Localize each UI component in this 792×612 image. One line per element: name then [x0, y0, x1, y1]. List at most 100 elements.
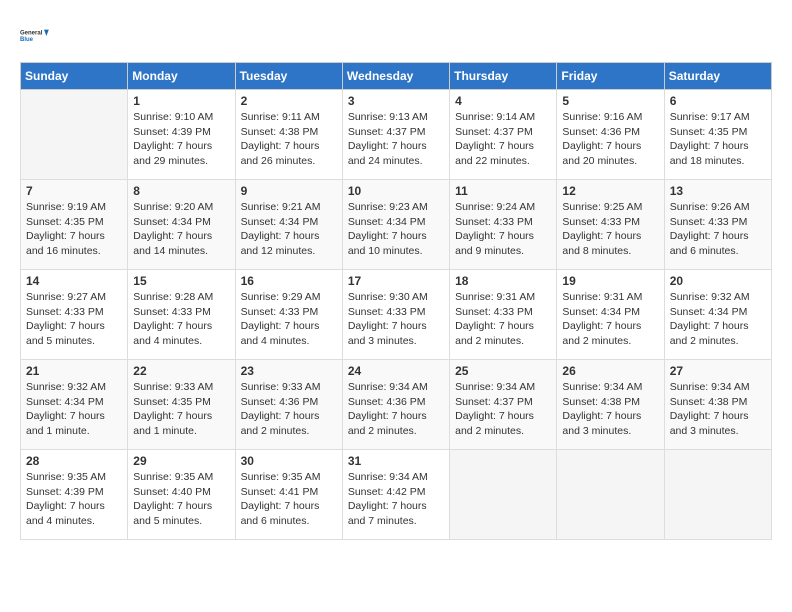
- calendar-cell: 4 Sunrise: 9:14 AMSunset: 4:37 PMDaylight…: [450, 90, 557, 180]
- day-info: Sunrise: 9:35 AMSunset: 4:39 PMDaylight:…: [26, 470, 122, 529]
- day-number: 30: [241, 454, 337, 468]
- calendar-cell: 25Sunrise: 9:34 AMSunset: 4:37 PMDayligh…: [450, 360, 557, 450]
- logo: GeneralBlue: [20, 20, 52, 52]
- day-info: Sunrise: 9:33 AMSunset: 4:36 PMDaylight:…: [241, 380, 337, 439]
- day-number: 28: [26, 454, 122, 468]
- calendar-cell: 6Sunrise: 9:17 AMSunset: 4:35 PMDaylight…: [664, 90, 771, 180]
- calendar-week-row: 7 Sunrise: 9:19 AMSunset: 4:35 PMDaylight…: [21, 180, 772, 270]
- day-number: 2: [241, 94, 337, 108]
- day-info: Sunrise: 9:27 AMSunset: 4:33 PMDaylight:…: [26, 290, 122, 349]
- calendar-cell: 18 Sunrise: 9:31 AMSunset: 4:33 PMDayligh…: [450, 270, 557, 360]
- day-number: 3: [348, 94, 444, 108]
- calendar-cell: 29 Sunrise: 9:35 AMSunset: 4:40 PMDayligh…: [128, 450, 235, 540]
- calendar-week-row: 21 Sunrise: 9:32 AMSunset: 4:34 PMDayligh…: [21, 360, 772, 450]
- day-header-sunday: Sunday: [21, 63, 128, 90]
- day-header-monday: Monday: [128, 63, 235, 90]
- day-info: Sunrise: 9:23 AMSunset: 4:34 PMDaylight:…: [348, 200, 444, 259]
- calendar-cell: 28 Sunrise: 9:35 AMSunset: 4:39 PMDayligh…: [21, 450, 128, 540]
- day-info: Sunrise: 9:33 AMSunset: 4:35 PMDaylight:…: [133, 380, 229, 439]
- calendar-cell: 14 Sunrise: 9:27 AMSunset: 4:33 PMDayligh…: [21, 270, 128, 360]
- day-number: 27: [670, 364, 766, 378]
- day-number: 8: [133, 184, 229, 198]
- day-header-friday: Friday: [557, 63, 664, 90]
- calendar-cell: 24 Sunrise: 9:34 AMSunset: 4:36 PMDayligh…: [342, 360, 449, 450]
- day-info: Sunrise: 9:34 AMSunset: 4:38 PMDaylight:…: [562, 380, 658, 439]
- logo-icon: GeneralBlue: [20, 20, 52, 52]
- day-info: Sunrise: 9:24 AMSunset: 4:33 PMDaylight:…: [455, 200, 551, 259]
- calendar-cell: 21 Sunrise: 9:32 AMSunset: 4:34 PMDayligh…: [21, 360, 128, 450]
- page-header: GeneralBlue: [20, 20, 772, 52]
- day-info: Sunrise: 9:34 AMSunset: 4:42 PMDaylight:…: [348, 470, 444, 529]
- calendar-week-row: 14 Sunrise: 9:27 AMSunset: 4:33 PMDayligh…: [21, 270, 772, 360]
- calendar-cell: 15Sunrise: 9:28 AMSunset: 4:33 PMDayligh…: [128, 270, 235, 360]
- day-number: 29: [133, 454, 229, 468]
- calendar-cell: 31 Sunrise: 9:34 AMSunset: 4:42 PMDayligh…: [342, 450, 449, 540]
- calendar-cell: 17Sunrise: 9:30 AMSunset: 4:33 PMDayligh…: [342, 270, 449, 360]
- day-number: 4: [455, 94, 551, 108]
- day-header-thursday: Thursday: [450, 63, 557, 90]
- calendar-cell: 23Sunrise: 9:33 AMSunset: 4:36 PMDayligh…: [235, 360, 342, 450]
- calendar-cell: 22 Sunrise: 9:33 AMSunset: 4:35 PMDayligh…: [128, 360, 235, 450]
- day-info: Sunrise: 9:26 AMSunset: 4:33 PMDaylight:…: [670, 200, 766, 259]
- calendar-cell: 12Sunrise: 9:25 AMSunset: 4:33 PMDayligh…: [557, 180, 664, 270]
- calendar-cell: 7 Sunrise: 9:19 AMSunset: 4:35 PMDaylight…: [21, 180, 128, 270]
- day-number: 18: [455, 274, 551, 288]
- calendar-cell: [557, 450, 664, 540]
- day-info: Sunrise: 9:31 AMSunset: 4:34 PMDaylight:…: [562, 290, 658, 349]
- calendar-cell: 30 Sunrise: 9:35 AMSunset: 4:41 PMDayligh…: [235, 450, 342, 540]
- day-number: 22: [133, 364, 229, 378]
- day-number: 21: [26, 364, 122, 378]
- day-info: Sunrise: 9:34 AMSunset: 4:37 PMDaylight:…: [455, 380, 551, 439]
- day-info: Sunrise: 9:19 AMSunset: 4:35 PMDaylight:…: [26, 200, 122, 259]
- calendar-cell: 8 Sunrise: 9:20 AMSunset: 4:34 PMDaylight…: [128, 180, 235, 270]
- day-info: Sunrise: 9:16 AMSunset: 4:36 PMDaylight:…: [562, 110, 658, 169]
- day-number: 7: [26, 184, 122, 198]
- calendar-cell: 3 Sunrise: 9:13 AMSunset: 4:37 PMDaylight…: [342, 90, 449, 180]
- day-number: 5: [562, 94, 658, 108]
- day-number: 10: [348, 184, 444, 198]
- calendar-cell: 5 Sunrise: 9:16 AMSunset: 4:36 PMDaylight…: [557, 90, 664, 180]
- calendar-cell: 11 Sunrise: 9:24 AMSunset: 4:33 PMDayligh…: [450, 180, 557, 270]
- calendar-cell: 19 Sunrise: 9:31 AMSunset: 4:34 PMDayligh…: [557, 270, 664, 360]
- day-info: Sunrise: 9:29 AMSunset: 4:33 PMDaylight:…: [241, 290, 337, 349]
- day-number: 26: [562, 364, 658, 378]
- day-number: 1: [133, 94, 229, 108]
- day-info: Sunrise: 9:21 AMSunset: 4:34 PMDaylight:…: [241, 200, 337, 259]
- day-info: Sunrise: 9:20 AMSunset: 4:34 PMDaylight:…: [133, 200, 229, 259]
- calendar-cell: 20 Sunrise: 9:32 AMSunset: 4:34 PMDayligh…: [664, 270, 771, 360]
- day-info: Sunrise: 9:14 AMSunset: 4:37 PMDaylight:…: [455, 110, 551, 169]
- calendar-table: SundayMondayTuesdayWednesdayThursdayFrid…: [20, 62, 772, 540]
- day-info: Sunrise: 9:13 AMSunset: 4:37 PMDaylight:…: [348, 110, 444, 169]
- day-info: Sunrise: 9:25 AMSunset: 4:33 PMDaylight:…: [562, 200, 658, 259]
- svg-text:Blue: Blue: [20, 37, 34, 43]
- day-number: 24: [348, 364, 444, 378]
- day-info: Sunrise: 9:11 AMSunset: 4:38 PMDaylight:…: [241, 110, 337, 169]
- calendar-cell: 26 Sunrise: 9:34 AMSunset: 4:38 PMDayligh…: [557, 360, 664, 450]
- calendar-week-row: 1 Sunrise: 9:10 AMSunset: 4:39 PMDaylight…: [21, 90, 772, 180]
- day-info: Sunrise: 9:35 AMSunset: 4:40 PMDaylight:…: [133, 470, 229, 529]
- day-info: Sunrise: 9:32 AMSunset: 4:34 PMDaylight:…: [670, 290, 766, 349]
- day-info: Sunrise: 9:31 AMSunset: 4:33 PMDaylight:…: [455, 290, 551, 349]
- day-number: 14: [26, 274, 122, 288]
- day-info: Sunrise: 9:28 AMSunset: 4:33 PMDaylight:…: [133, 290, 229, 349]
- day-number: 9: [241, 184, 337, 198]
- calendar-cell: [664, 450, 771, 540]
- calendar-cell: 1 Sunrise: 9:10 AMSunset: 4:39 PMDaylight…: [128, 90, 235, 180]
- day-number: 11: [455, 184, 551, 198]
- day-info: Sunrise: 9:35 AMSunset: 4:41 PMDaylight:…: [241, 470, 337, 529]
- day-header-saturday: Saturday: [664, 63, 771, 90]
- svg-text:General: General: [20, 30, 43, 36]
- calendar-cell: 9 Sunrise: 9:21 AMSunset: 4:34 PMDaylight…: [235, 180, 342, 270]
- day-header-tuesday: Tuesday: [235, 63, 342, 90]
- calendar-cell: 27Sunrise: 9:34 AMSunset: 4:38 PMDayligh…: [664, 360, 771, 450]
- day-number: 20: [670, 274, 766, 288]
- day-number: 16: [241, 274, 337, 288]
- day-info: Sunrise: 9:34 AMSunset: 4:36 PMDaylight:…: [348, 380, 444, 439]
- day-number: 31: [348, 454, 444, 468]
- day-info: Sunrise: 9:10 AMSunset: 4:39 PMDaylight:…: [133, 110, 229, 169]
- day-info: Sunrise: 9:32 AMSunset: 4:34 PMDaylight:…: [26, 380, 122, 439]
- day-number: 13: [670, 184, 766, 198]
- day-number: 19: [562, 274, 658, 288]
- calendar-cell: 2 Sunrise: 9:11 AMSunset: 4:38 PMDaylight…: [235, 90, 342, 180]
- calendar-header-row: SundayMondayTuesdayWednesdayThursdayFrid…: [21, 63, 772, 90]
